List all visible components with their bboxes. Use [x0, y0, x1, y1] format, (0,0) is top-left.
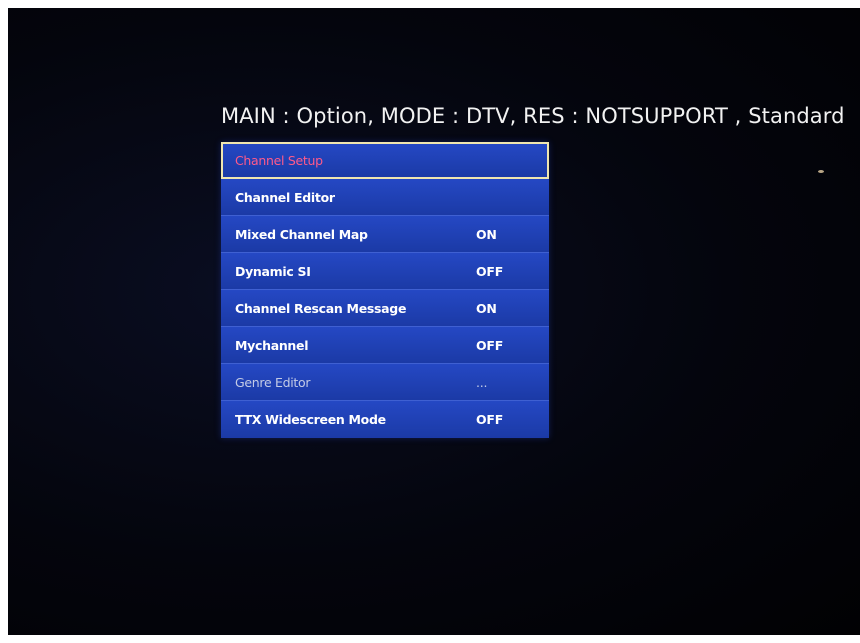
menu-item-label: Channel Rescan Message: [235, 301, 407, 316]
menu-item-value: ...: [476, 375, 488, 390]
menu-item-label: TTX Widescreen Mode: [235, 412, 386, 427]
option-menu: Channel Setup Channel Editor Mixed Chann…: [221, 142, 549, 438]
menu-item-label: Genre Editor: [235, 375, 311, 390]
menu-item-mychannel[interactable]: Mychannel OFF: [221, 327, 549, 364]
menu-item-channel-setup[interactable]: Channel Setup: [221, 142, 549, 179]
menu-item-ttx-widescreen-mode[interactable]: TTX Widescreen Mode OFF: [221, 401, 549, 438]
menu-item-channel-rescan-message[interactable]: Channel Rescan Message ON: [221, 290, 549, 327]
menu-item-label: Channel Setup: [235, 153, 323, 168]
service-status-line: MAIN : Option, MODE : DTV, RES : NOTSUPP…: [221, 104, 845, 128]
menu-item-value: OFF: [476, 412, 504, 427]
menu-item-value: ON: [476, 227, 497, 242]
menu-item-value: OFF: [476, 338, 504, 353]
menu-item-label: Mixed Channel Map: [235, 227, 368, 242]
tv-screen: MAIN : Option, MODE : DTV, RES : NOTSUPP…: [8, 8, 860, 635]
menu-item-label: Dynamic SI: [235, 264, 311, 279]
menu-item-dynamic-si[interactable]: Dynamic SI OFF: [221, 253, 549, 290]
menu-item-genre-editor: Genre Editor ...: [221, 364, 549, 401]
menu-item-mixed-channel-map[interactable]: Mixed Channel Map ON: [221, 216, 549, 253]
menu-item-label: Mychannel: [235, 338, 309, 353]
menu-item-value: OFF: [476, 264, 504, 279]
menu-item-value: ON: [476, 301, 497, 316]
photo-frame: MAIN : Option, MODE : DTV, RES : NOTSUPP…: [0, 0, 860, 643]
menu-item-channel-editor[interactable]: Channel Editor: [221, 179, 549, 216]
menu-item-label: Channel Editor: [235, 190, 335, 205]
screen-glare: [818, 170, 824, 173]
